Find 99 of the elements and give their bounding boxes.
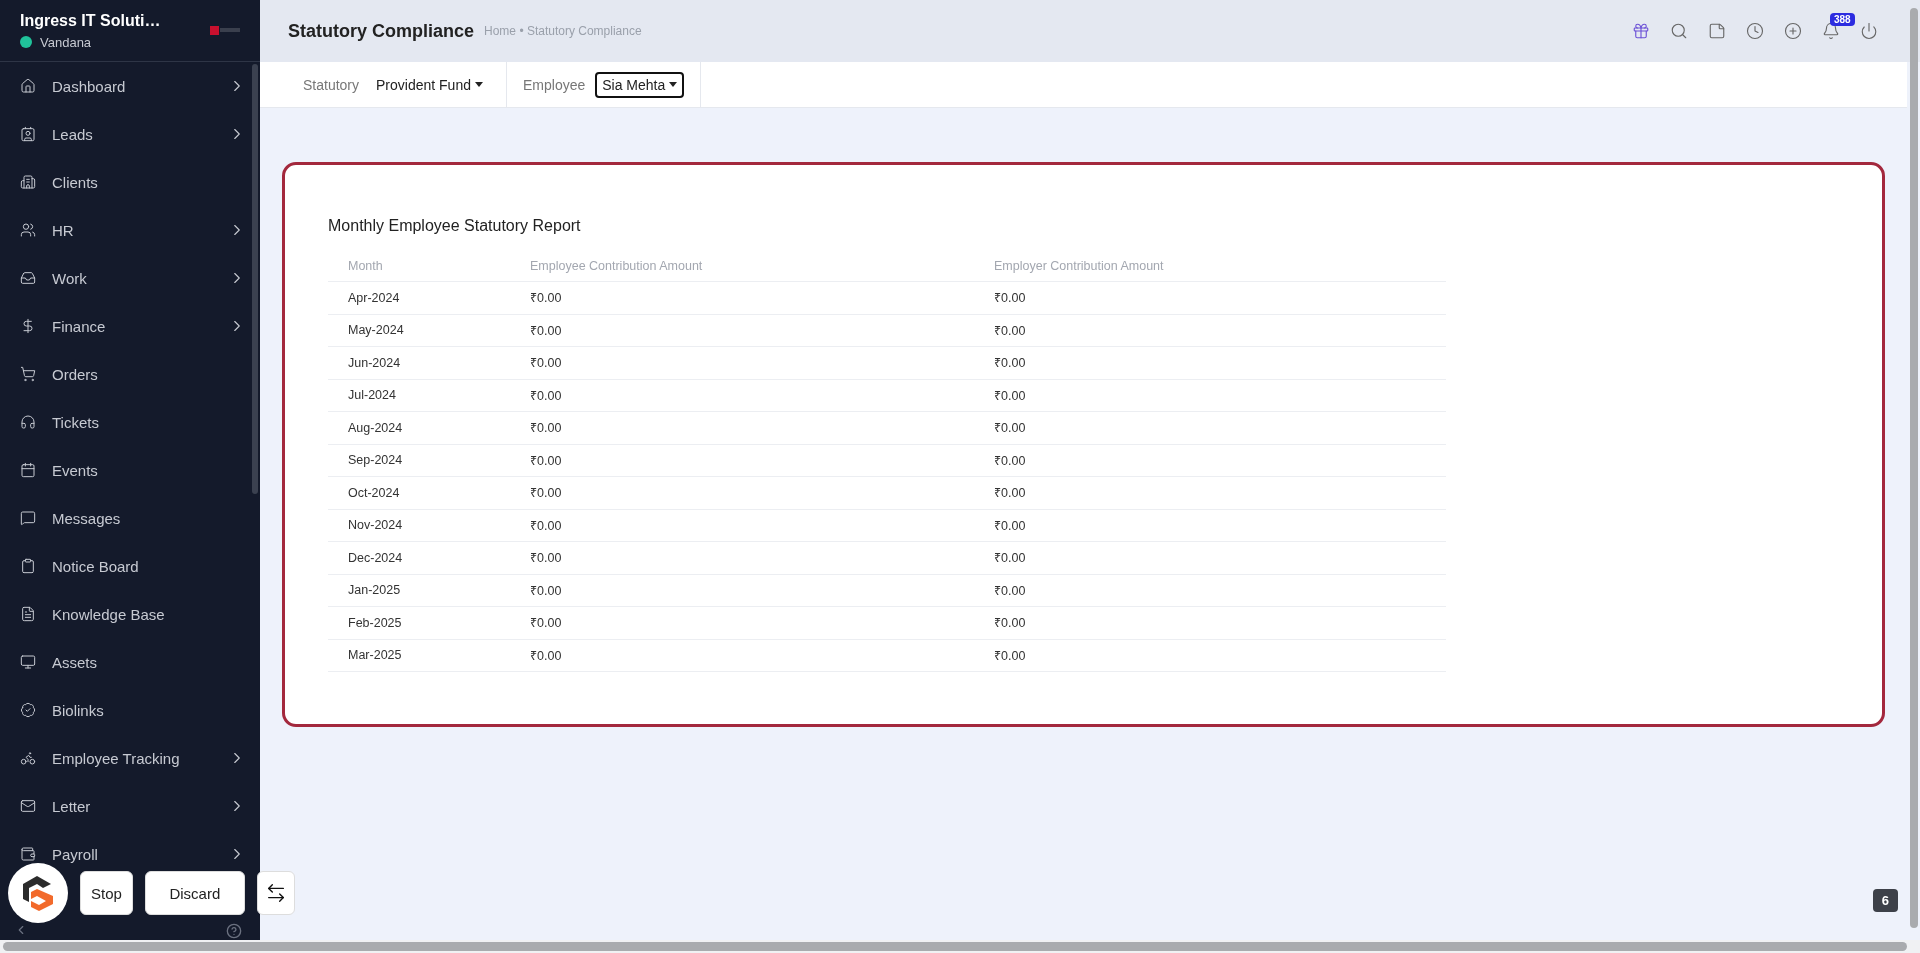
notifications-button[interactable] [1822, 22, 1840, 40]
table-cell: ₹0.00 [510, 379, 974, 412]
table-cell: ₹0.00 [510, 444, 974, 477]
table-cell: ₹0.00 [974, 379, 1446, 412]
nav-item[interactable]: Biolinks [0, 700, 246, 720]
user-name: Vandana [40, 34, 92, 50]
table-cell: Jul-2024 [328, 379, 510, 412]
nav-item[interactable]: HR [0, 220, 246, 240]
table-cell: Oct-2024 [328, 476, 510, 509]
table-cell: ₹0.00 [974, 574, 1446, 607]
company-name: Ingress IT Soluti… [20, 11, 161, 30]
scrollbar[interactable] [252, 64, 258, 494]
table-cell: ₹0.00 [974, 639, 1446, 672]
breadcrumb: Home • Statutory Compliance [484, 24, 642, 38]
nav-icon [20, 222, 36, 238]
nav-item[interactable]: Payroll [0, 844, 246, 864]
sticky-note-button[interactable] [1708, 22, 1726, 40]
nav-item[interactable]: Employee Tracking [0, 748, 246, 768]
clock-button[interactable] [1746, 22, 1764, 40]
nav-item[interactable]: Notice Board [0, 556, 246, 576]
nav-item[interactable]: Dashboard [0, 76, 246, 96]
table-cell: ₹0.00 [510, 281, 974, 314]
nav-item[interactable]: Messages [0, 508, 246, 528]
table-cell: Jun-2024 [328, 346, 510, 379]
nav-icon [20, 750, 36, 766]
table-cell: ₹0.00 [974, 281, 1446, 314]
table-cell: ₹0.00 [510, 606, 974, 639]
nav-icon [20, 78, 36, 94]
nav-item[interactable]: Finance [0, 316, 246, 336]
nav-icon [20, 174, 36, 190]
column-header: Employee Contribution Amount [510, 251, 974, 282]
table-cell: Mar-2025 [328, 639, 510, 672]
table-cell: ₹0.00 [510, 639, 974, 672]
nav-icon [20, 366, 36, 382]
scrollbar[interactable] [1910, 8, 1918, 928]
scrollbar[interactable] [3, 942, 1907, 951]
nav-icon [20, 462, 36, 478]
table-cell: ₹0.00 [974, 476, 1446, 509]
notification-badge: 388 [1830, 13, 1855, 26]
report-title: Monthly Employee Statutory Report [328, 217, 582, 235]
table-cell: Feb-2025 [328, 606, 510, 639]
nav-item[interactable]: Knowledge Base [0, 604, 246, 624]
table-cell: May-2024 [328, 314, 510, 347]
filter-label: Statutory [303, 76, 360, 93]
table-cell: ₹0.00 [510, 314, 974, 347]
table-cell: ₹0.00 [974, 444, 1446, 477]
table-cell: Dec-2024 [328, 541, 510, 574]
table-cell: ₹0.00 [510, 574, 974, 607]
filter-dropdown[interactable]: Sia Mehta [595, 71, 685, 98]
nav-item[interactable]: Letter [0, 796, 246, 816]
gift-button[interactable] [1632, 22, 1650, 40]
nav-item[interactable]: Assets [0, 652, 246, 672]
nav-item[interactable]: Clients [0, 172, 246, 192]
table-cell: ₹0.00 [974, 606, 1446, 639]
nav-icon [20, 654, 36, 670]
nav-item[interactable]: Work [0, 268, 246, 288]
nav-icon [20, 798, 36, 814]
nav-icon [20, 606, 36, 622]
table-cell: ₹0.00 [510, 346, 974, 379]
nav-item[interactable]: Leads [0, 124, 246, 144]
column-header: Month [328, 251, 510, 282]
nav-icon [20, 318, 36, 334]
swap-button[interactable] [256, 871, 295, 915]
nav-icon [20, 558, 36, 574]
nav-icon [20, 126, 36, 142]
table-cell: ₹0.00 [974, 314, 1446, 347]
search-button[interactable] [1670, 22, 1688, 40]
table-cell: Jan-2025 [328, 574, 510, 607]
table-cell: ₹0.00 [974, 411, 1446, 444]
logo-icon [210, 25, 240, 36]
table-cell: ₹0.00 [974, 509, 1446, 542]
nav-item[interactable]: Events [0, 460, 246, 480]
power-button[interactable] [1860, 22, 1878, 40]
page-title: Statutory Compliance [288, 20, 475, 42]
nav-icon [20, 510, 36, 526]
table-cell: Apr-2024 [328, 281, 510, 314]
nav-icon [20, 270, 36, 286]
recorder-button[interactable]: Discard [144, 871, 245, 915]
recorder-button[interactable]: Stop [80, 871, 133, 915]
nav-item[interactable]: Tickets [0, 412, 246, 432]
column-header: Employer Contribution Amount [974, 251, 1446, 282]
table-cell: ₹0.00 [974, 541, 1446, 574]
table-cell: Aug-2024 [328, 411, 510, 444]
table-cell: ₹0.00 [510, 509, 974, 542]
table-cell: ₹0.00 [510, 476, 974, 509]
count-badge: 6 [1872, 889, 1898, 912]
logo-icon [21, 874, 55, 912]
filter-label: Employee [523, 76, 586, 93]
add-button[interactable] [1784, 22, 1802, 40]
nav-item[interactable]: Orders [0, 364, 246, 384]
table-cell: ₹0.00 [974, 346, 1446, 379]
nav-icon [20, 702, 36, 718]
help-icon[interactable] [226, 923, 242, 939]
table-cell: Nov-2024 [328, 509, 510, 542]
nav-icon [20, 846, 36, 862]
table-cell: ₹0.00 [510, 411, 974, 444]
table-cell: ₹0.00 [510, 541, 974, 574]
table-cell: Sep-2024 [328, 444, 510, 477]
nav-icon [20, 414, 36, 430]
